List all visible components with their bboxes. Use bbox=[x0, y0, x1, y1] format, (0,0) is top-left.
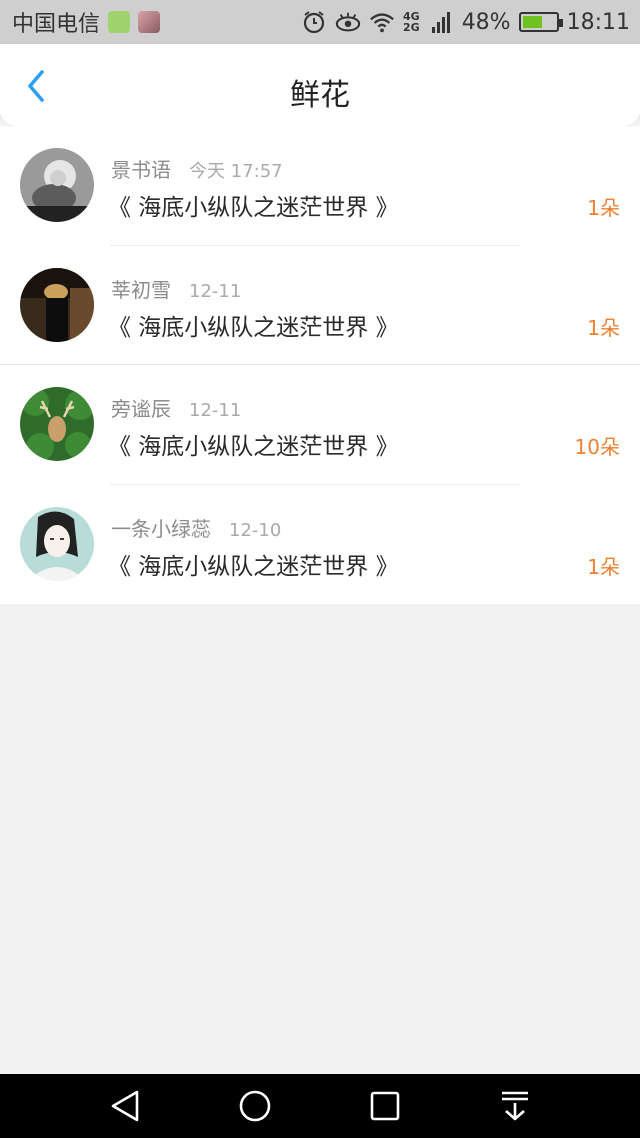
recents-square-icon bbox=[370, 1091, 400, 1121]
book-title: 《 海底小纵队之迷茫世界 》 bbox=[108, 434, 399, 460]
item-meta: 莘初雪 12-11 bbox=[111, 274, 241, 303]
back-triangle-icon bbox=[111, 1090, 139, 1122]
book-title: 《 海底小纵队之迷茫世界 》 bbox=[108, 195, 399, 221]
eye-icon bbox=[335, 12, 361, 32]
home-circle-icon bbox=[239, 1090, 271, 1122]
nav-back-button[interactable] bbox=[95, 1081, 155, 1131]
avatar bbox=[20, 506, 94, 581]
flower-count: 10朵 bbox=[574, 435, 620, 459]
username: 景书语 bbox=[111, 158, 171, 182]
flower-count: 1朵 bbox=[587, 196, 620, 220]
item-meta: 景书语 今天 17:57 bbox=[111, 154, 283, 183]
list-item[interactable]: 旁谧辰 12-11 《 海底小纵队之迷茫世界 》 10朵 bbox=[0, 365, 640, 485]
nav-notification-button[interactable] bbox=[485, 1081, 545, 1131]
flower-gift-list: 景书语 今天 17:57 《 海底小纵队之迷茫世界 》 1朵 莘初雪 12-11… bbox=[0, 126, 640, 604]
battery-percent: 48% bbox=[461, 9, 511, 35]
status-left: 中国电信 bbox=[12, 6, 161, 38]
wifi-icon bbox=[370, 13, 394, 33]
carrier-name: 中国电信 bbox=[12, 12, 101, 37]
list-item[interactable]: 一条小绿蕊 12-10 《 海底小纵队之迷茫世界 》 1朵 bbox=[0, 485, 640, 605]
flower-count: 1朵 bbox=[587, 315, 620, 340]
header: 鲜花 bbox=[0, 44, 640, 126]
timestamp: 12-10 bbox=[229, 519, 282, 541]
avatar bbox=[20, 387, 94, 461]
item-meta: 旁谧辰 12-11 bbox=[111, 393, 241, 422]
nav-recents-button[interactable] bbox=[355, 1081, 415, 1131]
username: 旁谧辰 bbox=[111, 397, 171, 421]
alarm-icon bbox=[303, 11, 325, 34]
network-type: 4G 2G bbox=[403, 10, 420, 34]
page-title: 鲜花 bbox=[290, 78, 350, 113]
timestamp: 今天 17:57 bbox=[189, 161, 283, 182]
app-notification-icon bbox=[108, 11, 131, 33]
item-meta: 一条小绿蕊 12-10 bbox=[111, 513, 281, 542]
notification-down-icon bbox=[502, 1091, 528, 1121]
flower-count: 1朵 bbox=[587, 554, 620, 579]
username: 一条小绿蕊 bbox=[111, 516, 211, 541]
timestamp: 12-11 bbox=[189, 400, 242, 421]
book-title: 《 海底小纵队之迷茫世界 》 bbox=[108, 553, 399, 580]
system-nav-bar bbox=[0, 1074, 640, 1138]
list-item[interactable]: 莘初雪 12-11 《 海底小纵队之迷茫世界 》 1朵 bbox=[0, 246, 640, 365]
timestamp: 12-11 bbox=[189, 280, 242, 302]
list-item[interactable]: 景书语 今天 17:57 《 海底小纵队之迷茫世界 》 1朵 bbox=[0, 126, 640, 246]
avatar bbox=[20, 148, 94, 222]
signal-icon bbox=[431, 12, 450, 33]
nav-home-button[interactable] bbox=[225, 1081, 285, 1131]
status-right: 4G 2G 48% 18:11 bbox=[301, 9, 630, 35]
book-title: 《 海底小纵队之迷茫世界 》 bbox=[108, 314, 399, 341]
clock: 18:11 bbox=[566, 9, 630, 35]
avatar bbox=[20, 267, 94, 342]
battery-icon bbox=[518, 12, 563, 32]
status-bar: 中国电信 4G 2G 48% 18:11 bbox=[0, 0, 640, 44]
photo-notification-icon bbox=[138, 11, 161, 33]
username: 莘初雪 bbox=[111, 277, 171, 302]
